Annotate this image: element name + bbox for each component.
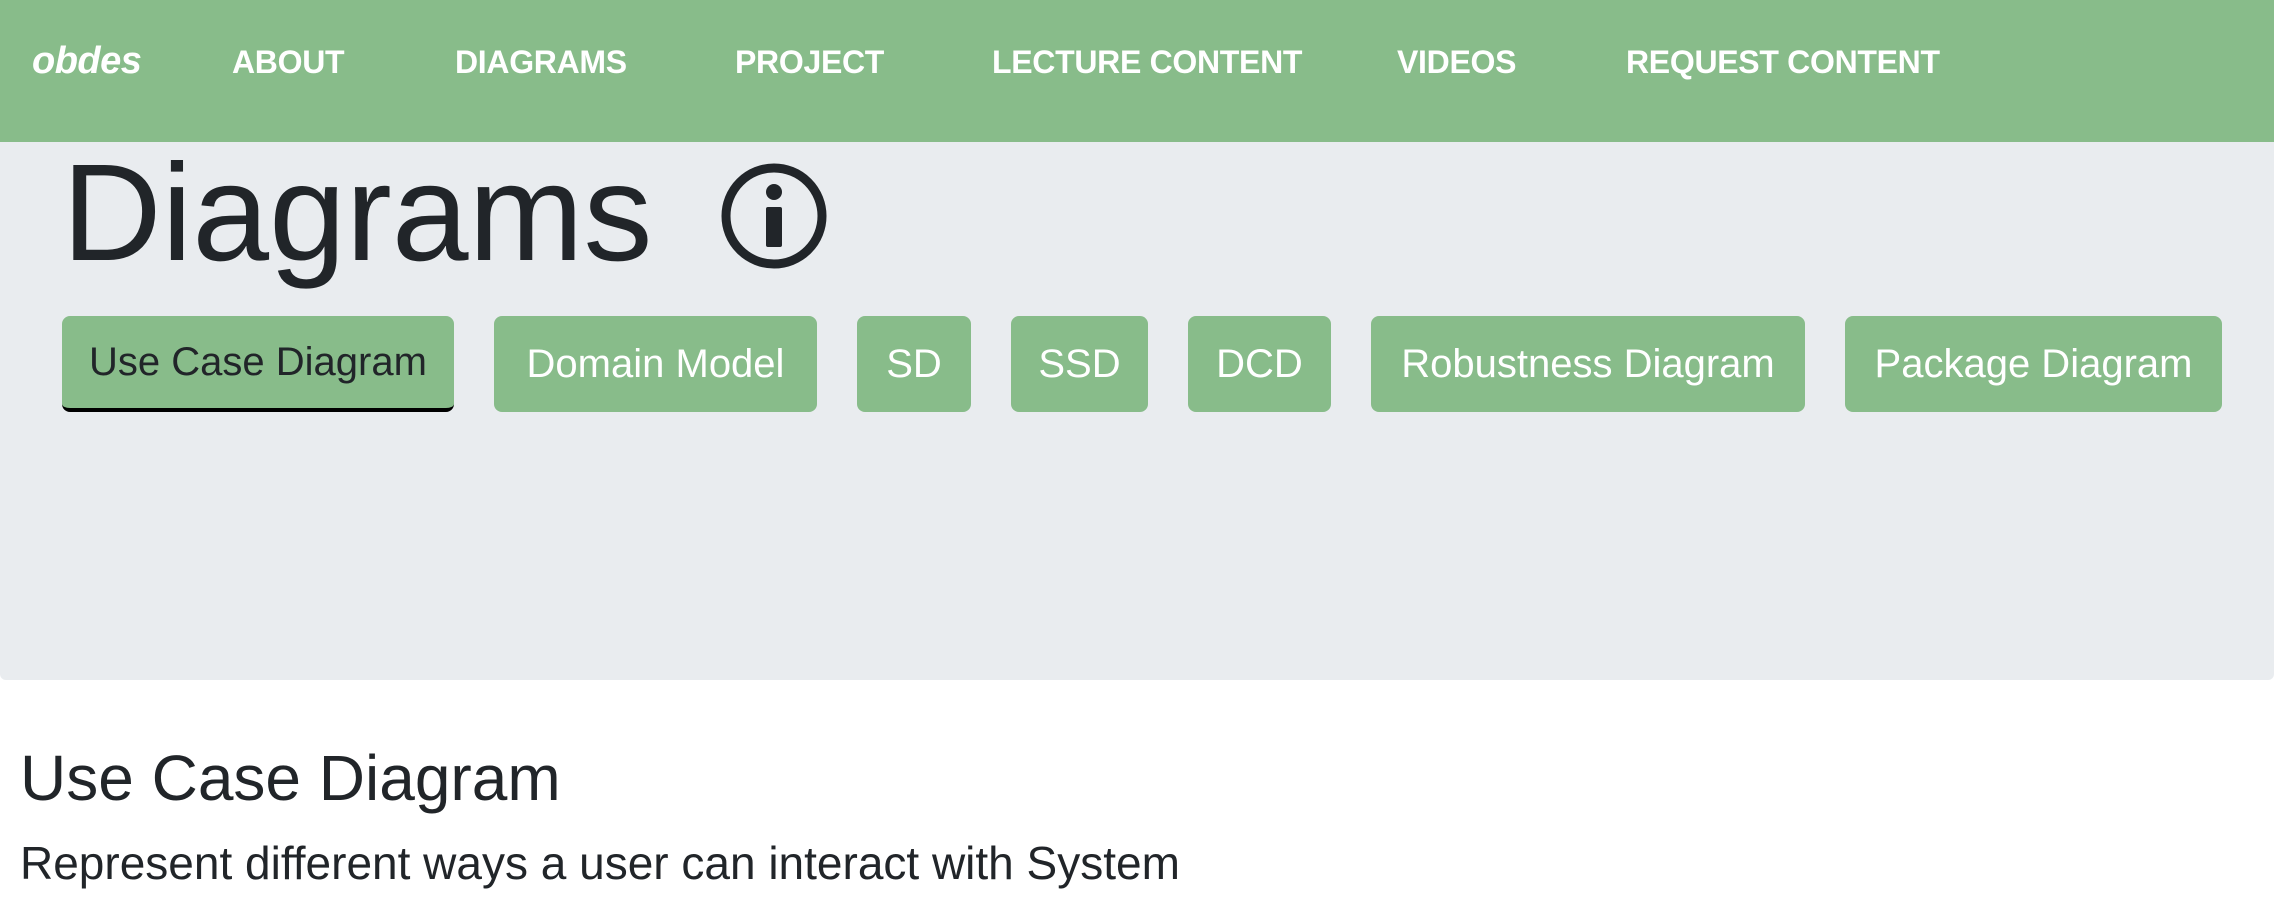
top-navbar: obdes ABOUT DIAGRAMS PROJECT LECTURE CON… <box>0 0 2274 142</box>
tab-dcd[interactable]: DCD <box>1188 316 1331 412</box>
tab-robustness-diagram[interactable]: Robustness Diagram <box>1371 316 1805 412</box>
brand-logo[interactable]: obdes <box>32 40 142 83</box>
tab-ssd[interactable]: SSD <box>1011 316 1148 412</box>
section-description: Represent different ways a user can inte… <box>20 837 1180 889</box>
page-title: Diagrams <box>62 136 653 290</box>
section-title: Use Case Diagram <box>20 742 561 814</box>
tab-use-case-diagram[interactable]: Use Case Diagram <box>62 316 454 412</box>
nav-link-project[interactable]: PROJECT <box>735 44 884 81</box>
tab-sd[interactable]: SD <box>857 316 971 412</box>
nav-link-videos[interactable]: VIDEOS <box>1397 44 1516 81</box>
nav-link-lecture-content[interactable]: LECTURE CONTENT <box>992 44 1302 81</box>
tab-package-diagram[interactable]: Package Diagram <box>1845 316 2222 412</box>
info-circle-icon[interactable] <box>720 162 828 270</box>
nav-link-diagrams[interactable]: DIAGRAMS <box>455 44 627 81</box>
nav-link-about[interactable]: ABOUT <box>232 44 345 81</box>
nav-link-request-content[interactable]: REQUEST CONTENT <box>1626 44 1940 81</box>
tab-domain-model[interactable]: Domain Model <box>494 316 817 412</box>
